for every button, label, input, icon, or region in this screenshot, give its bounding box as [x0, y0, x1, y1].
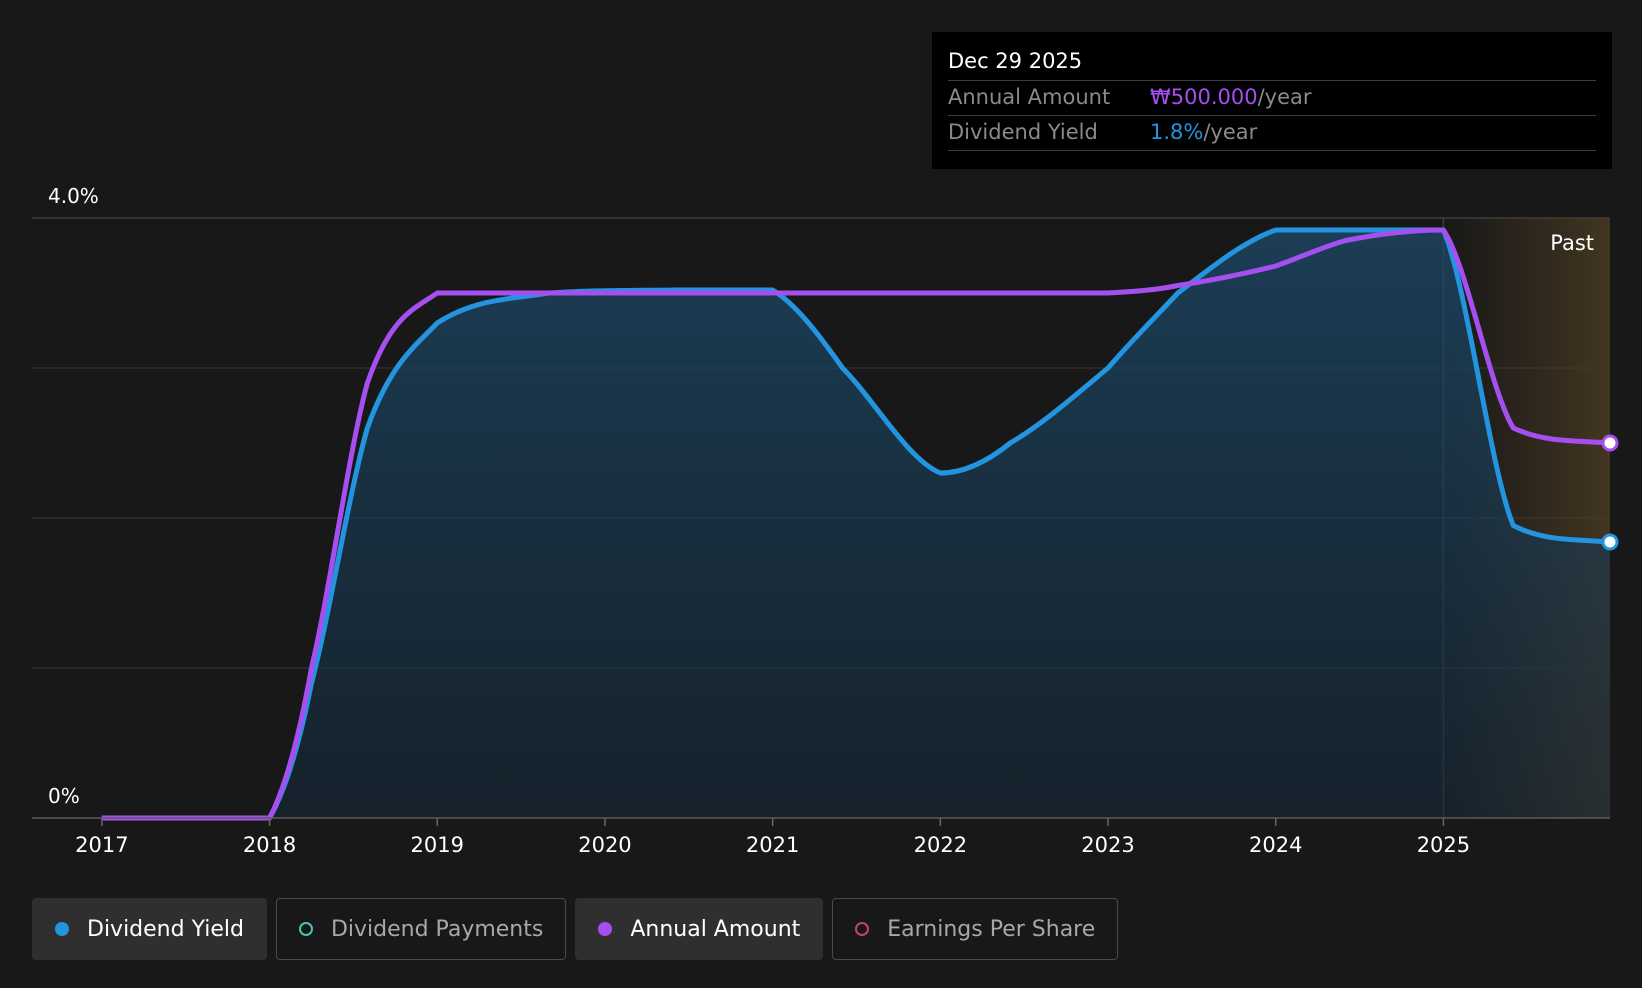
x-tick-label: 2024 — [1249, 833, 1302, 857]
past-label: Past — [1550, 231, 1594, 255]
tooltip-yield-row: Dividend Yield 1.8% /year — [948, 116, 1596, 151]
y-axis-labels: 4.0% 0% — [48, 184, 99, 808]
x-tick-label: 2018 — [243, 833, 296, 857]
chart-legend: Dividend Yield Dividend Payments Annual … — [32, 898, 1119, 960]
legend-annual-amount[interactable]: Annual Amount — [575, 898, 824, 960]
legend-dividend-yield-label: Dividend Yield — [87, 916, 244, 942]
annual-amount-dot-icon — [598, 922, 613, 936]
legend-dividend-payments[interactable]: Dividend Payments — [275, 898, 567, 960]
x-tick-label: 2019 — [411, 833, 464, 857]
tooltip-yield-suffix: /year — [1203, 120, 1258, 144]
legend-annual-amount-label: Annual Amount — [630, 916, 801, 942]
tooltip-yield-label: Dividend Yield — [948, 120, 1098, 144]
dividend-payments-ring-icon — [298, 922, 313, 936]
dividend-yield-dot-icon — [55, 922, 69, 936]
tooltip-annual-row: Annual Amount ₩500.000 /year — [948, 81, 1596, 116]
legend-earnings-per-share[interactable]: Earnings Per Share — [832, 898, 1119, 960]
tooltip-annual-suffix: /year — [1257, 85, 1312, 109]
x-tick-label: 2020 — [578, 833, 631, 857]
x-tick-label: 2023 — [1081, 833, 1134, 857]
legend-earnings-per-share-label: Earnings Per Share — [887, 916, 1096, 942]
hover-tooltip: Dec 29 2025 Annual Amount ₩500.000 /year… — [932, 32, 1612, 169]
x-tick-label: 2025 — [1417, 833, 1470, 857]
x-tick-label: 2022 — [914, 833, 967, 857]
y-tick-label: 4.0% — [48, 184, 99, 208]
tooltip-annual-label: Annual Amount — [948, 85, 1111, 109]
dividend-yield-endpoint[interactable] — [1601, 533, 1619, 551]
annual-amount-endpoint[interactable] — [1601, 434, 1619, 452]
tooltip-date: Dec 29 2025 — [948, 46, 1596, 81]
tooltip-yield-value: 1.8% — [1150, 120, 1204, 144]
x-axis-labels: 2017 2018 2019 2020 2021 2022 2023 2024 2025 — [75, 818, 1470, 857]
legend-dividend-yield[interactable]: Dividend Yield — [32, 898, 267, 960]
earnings-per-share-ring-icon — [855, 922, 870, 936]
dividend-yield-area — [101, 230, 1610, 818]
x-tick-label: 2017 — [75, 833, 128, 857]
y-tick-label: 0% — [48, 784, 80, 808]
tooltip-annual-value: ₩500.000 — [1150, 85, 1258, 109]
legend-dividend-payments-label: Dividend Payments — [330, 916, 544, 942]
x-tick-label: 2021 — [746, 833, 799, 857]
